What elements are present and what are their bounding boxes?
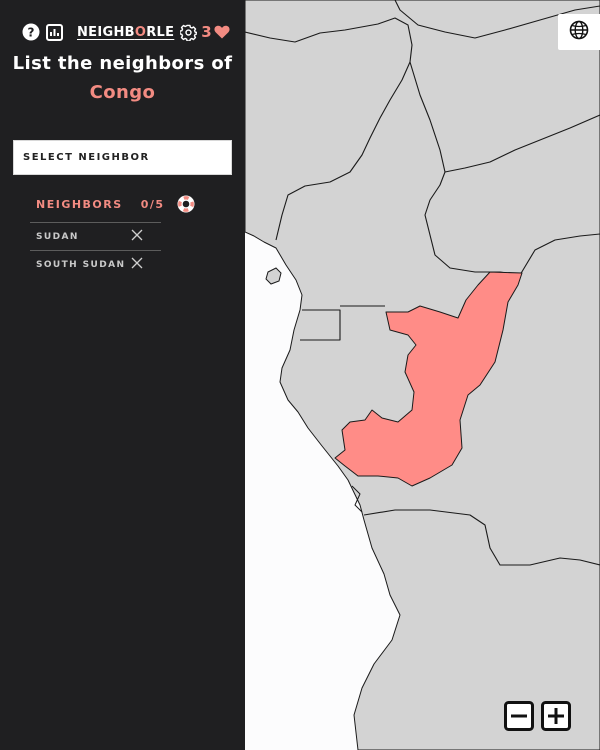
map[interactable] — [245, 0, 600, 750]
svg-text:?: ? — [28, 26, 35, 40]
zoom-in-icon — [541, 701, 571, 731]
globe-icon — [569, 20, 589, 44]
game-title-part: RLE — [146, 24, 175, 40]
lives-indicator: 3 — [201, 23, 230, 41]
globe-button[interactable] — [558, 14, 600, 50]
guess-row: SOUTH SUDAN — [30, 250, 161, 278]
game-title-accent: O — [134, 24, 147, 40]
zoom-out-icon — [504, 701, 534, 731]
game-title[interactable]: NEIGHBORLE — [77, 25, 174, 40]
top-bar: ? NEIGHBORLE 3 — [22, 20, 230, 44]
neighbors-count: 0/5 — [140, 197, 165, 211]
help-icon[interactable]: ? — [22, 23, 40, 41]
stats-icon[interactable] — [46, 23, 63, 41]
lives-count: 3 — [201, 23, 212, 41]
game-title-part: NEIGHB — [77, 24, 135, 40]
prompt-text: List the neighbors of — [12, 53, 233, 74]
guess-list: SUDAN SOUTH SUDAN — [30, 222, 161, 278]
neighbors-header: NEIGHBORS 0/5 — [36, 193, 196, 215]
close-icon[interactable] — [131, 257, 143, 272]
settings-icon[interactable] — [180, 24, 198, 41]
neighbor-select[interactable]: SELECT NEIGHBOR — [13, 140, 232, 175]
guess-name: SUDAN — [36, 231, 79, 242]
neighbors-label: NEIGHBORS — [36, 197, 123, 211]
close-icon[interactable] — [131, 229, 143, 244]
guess-row: SUDAN — [30, 222, 161, 250]
zoom-in-button[interactable] — [541, 701, 571, 731]
heart-icon — [214, 25, 230, 39]
neighbor-select-placeholder: SELECT NEIGHBOR — [23, 152, 150, 163]
target-country: Congo — [89, 82, 156, 103]
guess-name: SOUTH SUDAN — [36, 259, 126, 270]
map-canvas[interactable] — [245, 0, 600, 750]
zoom-out-button[interactable] — [504, 701, 534, 731]
sidebar: ? NEIGHBORLE 3 List the neighbors of Con… — [0, 0, 245, 750]
lifebuoy-icon[interactable] — [177, 195, 195, 213]
